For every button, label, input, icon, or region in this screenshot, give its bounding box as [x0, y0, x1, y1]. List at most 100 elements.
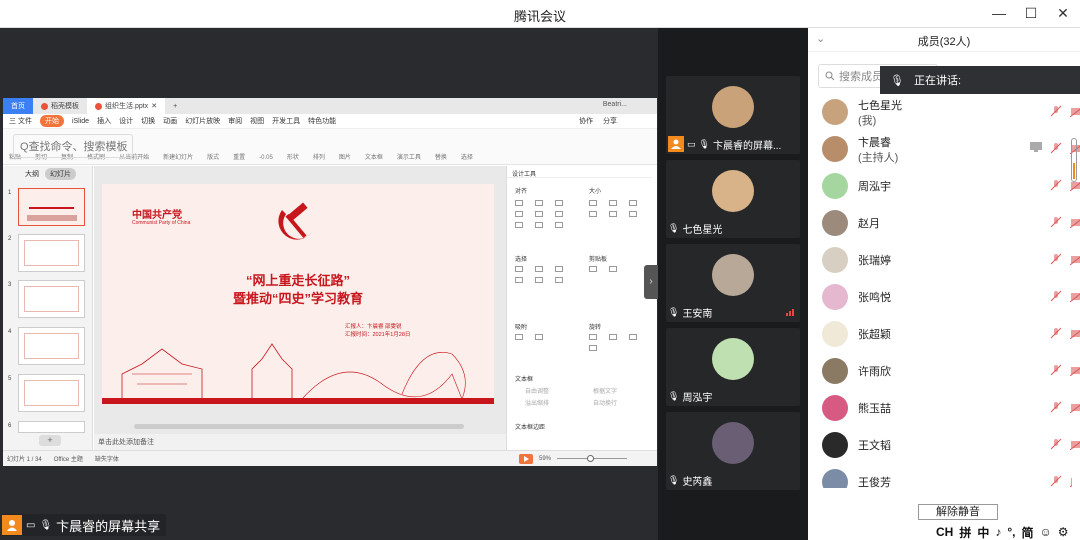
maximize-icon[interactable]: ☐ [1022, 3, 1040, 23]
slide-thumbnail[interactable] [18, 421, 85, 433]
ime-emoji[interactable]: ☺ [1040, 525, 1052, 539]
ribbon-layout[interactable]: 版式 [207, 152, 219, 161]
member-row[interactable]: 熊玉喆 [822, 392, 1080, 424]
ribbon-textbox[interactable]: 文本框 [365, 152, 383, 161]
mic-muted-icon[interactable] [1050, 253, 1062, 265]
add-slide-button[interactable]: + [39, 435, 61, 446]
member-row[interactable]: 许雨欣 [822, 355, 1080, 387]
camera-off-icon[interactable] [1070, 475, 1072, 487]
unmute-all-button[interactable]: 解除静音 [918, 504, 998, 520]
size-tools[interactable] [589, 200, 637, 217]
camera-off-icon[interactable] [1070, 216, 1080, 228]
slide-thumbnail[interactable] [18, 327, 85, 365]
new-tab-icon[interactable]: + [165, 98, 185, 114]
member-row[interactable]: 卞晨睿 (主持人) [822, 133, 1080, 165]
member-row[interactable]: 张超颖 [822, 318, 1080, 350]
menu-view[interactable]: 视图 [250, 116, 264, 126]
notes-area[interactable]: 单击此处添加备注 [94, 434, 506, 450]
mic-muted-icon[interactable] [1050, 216, 1062, 228]
share-button[interactable]: 分享 [603, 116, 617, 126]
menu-design[interactable]: 设计 [119, 116, 133, 126]
wps-tab-docer[interactable]: 稻壳模板 [33, 98, 87, 114]
menu-slideshow[interactable]: 幻灯片放映 [185, 116, 220, 126]
camera-off-icon[interactable] [1070, 364, 1080, 376]
ribbon-replace[interactable]: 替换 [435, 152, 447, 161]
mic-muted-icon[interactable] [1050, 438, 1062, 450]
members-scrollbar[interactable] [1071, 138, 1077, 182]
command-search[interactable]: Q查找命令、搜索模板 [13, 134, 133, 158]
mic-muted-icon[interactable] [1050, 401, 1062, 413]
ime-sound[interactable]: ♪ [995, 525, 1001, 539]
mic-muted-icon[interactable] [1050, 364, 1062, 376]
ribbon-present-tools[interactable]: 演示工具 [397, 152, 421, 161]
ime-punct[interactable]: °, [1007, 525, 1015, 539]
camera-off-icon[interactable] [1070, 105, 1080, 117]
member-row[interactable]: 赵月 [822, 207, 1080, 239]
camera-off-icon[interactable] [1070, 290, 1080, 302]
collab-button[interactable]: 协作 [579, 116, 593, 126]
minimize-icon[interactable]: — [990, 3, 1008, 23]
ribbon-arrange[interactable]: 排列 [313, 152, 325, 161]
member-row[interactable]: 七色星光 (我) [822, 96, 1080, 128]
member-row[interactable]: 周泓宇 [822, 170, 1080, 202]
menu-islide[interactable]: iSlide [72, 118, 89, 125]
clipboard-tools[interactable] [589, 266, 637, 272]
ime-simplified[interactable]: 简 [1022, 524, 1034, 540]
ime-pinyin[interactable]: 拼 [959, 524, 971, 540]
ime-chinese[interactable]: 中 [977, 524, 989, 540]
member-row[interactable]: 王文韬 [822, 429, 1080, 461]
option-overflow-shrink[interactable]: 溢出缩排 [525, 398, 549, 407]
video-tile[interactable]: 🎙 王安南 [666, 244, 800, 322]
slide-thumbnail[interactable] [18, 188, 85, 226]
wps-tab-home[interactable]: 首页 [3, 98, 33, 114]
slide-thumbnail[interactable] [18, 374, 85, 412]
ime-lang[interactable]: CH [936, 525, 953, 539]
menu-review[interactable]: 审阅 [228, 116, 242, 126]
zoom-slider[interactable] [557, 455, 627, 462]
member-row[interactable]: 张瑞婷 [822, 244, 1080, 276]
menu-animation[interactable]: 动画 [163, 116, 177, 126]
align-tools[interactable] [515, 200, 563, 228]
mic-muted-icon[interactable] [1050, 105, 1062, 117]
menu-file[interactable]: 三 文件 [9, 116, 32, 126]
ribbon-picture[interactable]: 图片 [339, 152, 351, 161]
ribbon-spacing[interactable]: -0.05 [259, 155, 273, 161]
video-tile[interactable]: 🎙 七色星光 [666, 160, 800, 238]
camera-off-icon[interactable] [1070, 253, 1080, 265]
mic-muted-icon[interactable] [1050, 475, 1062, 487]
status-missing-font[interactable]: 缺失字体 [95, 454, 119, 463]
member-row[interactable]: 张鸣悦 [822, 281, 1080, 313]
tab-outline[interactable]: 大纲 [25, 169, 39, 179]
slide-thumbnail[interactable] [18, 234, 85, 272]
current-slide[interactable]: 中国共产党 Communist Party of China “网上重走长征路”… [102, 184, 494, 404]
option-auto-wrap[interactable]: 自动换行 [593, 398, 617, 407]
mic-muted-icon[interactable] [1050, 290, 1062, 302]
ribbon-shape[interactable]: 形状 [287, 152, 299, 161]
option-fit-text[interactable]: 根据文字 [593, 386, 617, 395]
ribbon-reset[interactable]: 重置 [233, 152, 245, 161]
ime-settings[interactable]: ⚙ [1058, 525, 1069, 539]
wps-tab-document[interactable]: 组织生活.pptx ✕ [87, 98, 166, 114]
menu-developer[interactable]: 开发工具 [272, 116, 300, 126]
mic-muted-icon[interactable] [1050, 142, 1062, 154]
menu-home[interactable]: 开始 [39, 115, 64, 127]
option-free-resize[interactable]: 自由调整 [525, 386, 549, 395]
rotate-tools[interactable] [589, 334, 637, 351]
camera-off-icon[interactable] [1070, 438, 1080, 450]
camera-off-icon[interactable] [1070, 401, 1080, 413]
video-tile[interactable]: 🎙 周泓宇 [666, 328, 800, 406]
tab-slides[interactable]: 幻灯片 [45, 168, 76, 180]
close-icon[interactable]: ✕ [1054, 3, 1072, 23]
video-tile[interactable]: ▭ 🎙 卞晨睿的屏幕... [666, 76, 800, 154]
slide-thumbnail[interactable] [18, 280, 85, 318]
video-tile[interactable]: 🎙 史芮鑫 [666, 412, 800, 490]
select-tools[interactable] [515, 266, 563, 283]
collapse-video-arrow-icon[interactable]: › [644, 265, 658, 299]
ribbon-new-slide[interactable]: 新建幻灯片 [163, 152, 193, 161]
menu-transition[interactable]: 切换 [141, 116, 155, 126]
play-icon[interactable] [518, 453, 533, 464]
menu-features[interactable]: 特色功能 [308, 116, 336, 126]
mic-muted-icon[interactable] [1050, 327, 1062, 339]
camera-off-icon[interactable] [1070, 327, 1080, 339]
horizontal-scrollbar[interactable] [134, 424, 464, 429]
